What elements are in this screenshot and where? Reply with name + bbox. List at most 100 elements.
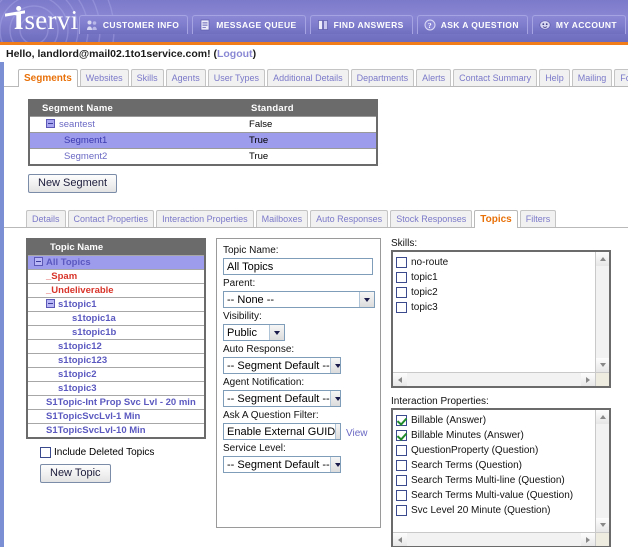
topic-row[interactable]: s1topic2 [27,367,205,382]
topic-name-link[interactable]: s1topic2 [58,369,97,380]
topic-name-link[interactable]: _Spam [46,271,77,282]
scroll-down-icon[interactable] [596,358,609,372]
topic-row[interactable]: _Undeliverable [27,283,205,298]
collapse-toggle-icon[interactable] [34,257,43,266]
topic-name-link[interactable]: s1topic12 [58,341,102,352]
scroll-down-icon[interactable] [596,518,609,532]
tab-help[interactable]: Help [539,69,570,86]
parent-select[interactable]: -- None -- [223,291,375,308]
nav-message-queue[interactable]: MESSAGE QUEUE [192,15,306,34]
checkbox[interactable] [396,445,407,456]
topic-name-link[interactable]: s1topic1a [72,313,116,324]
tab-user-types[interactable]: User Types [207,69,266,86]
nav-my-account[interactable]: MY ACCOUNT [531,15,626,34]
service-level-select[interactable]: -- Segment Default -- [223,456,341,473]
scroll-left-icon[interactable] [393,533,407,546]
scroll-right-icon[interactable] [581,533,595,546]
tab-agents[interactable]: Agents [165,69,206,86]
topic-row[interactable]: s1topic3 [27,381,205,396]
topic-row[interactable]: S1Topic-Int Prop Svc Lvl - 20 min [27,395,205,410]
skill-item[interactable]: topic2 [396,285,607,300]
skill-item[interactable]: topic1 [396,270,607,285]
subtab-auto-responses[interactable]: Auto Responses [310,210,389,227]
segment-name-link[interactable]: Segment1 [64,135,107,146]
checkbox[interactable] [396,430,407,441]
topic-name-link[interactable]: S1TopicSvcLvl-10 Min [46,425,146,436]
new-topic-button[interactable]: New Topic [40,464,111,483]
topic-name-link[interactable]: s1topic3 [58,383,97,394]
topic-row[interactable]: s1topic12 [27,339,205,354]
checkbox[interactable] [396,272,407,283]
topic-name-link[interactable]: s1topic1b [72,327,116,338]
topic-name-link[interactable]: s1topic1 [58,299,97,310]
collapse-toggle-icon[interactable] [46,299,55,308]
checkbox[interactable] [396,475,407,486]
include-deleted-topics-checkbox[interactable] [40,447,51,458]
subtab-details[interactable]: Details [26,210,66,227]
ask-a-question-filter-select[interactable]: Enable External GUID [223,423,341,440]
tab-additional-details[interactable]: Additional Details [267,69,349,86]
tab-websites[interactable]: Websites [79,69,129,86]
scroll-left-icon[interactable] [393,373,407,386]
topic-row[interactable]: s1topic1a [27,311,205,326]
topic-row[interactable]: S1TopicSvcLvl-1 Min [27,409,205,424]
interaction-property-item[interactable]: Svc Level 20 Minute (Question) [396,503,607,518]
skill-item[interactable]: no-route [396,255,607,270]
auto-response-select[interactable]: -- Segment Default -- [223,357,341,374]
view-filter-link[interactable]: View [346,428,368,439]
tab-segments[interactable]: Segments [18,69,78,87]
topic-row[interactable]: All Topics [27,255,205,270]
segment-row[interactable]: Segment1 True [29,132,377,149]
segment-name-link[interactable]: seantest [59,119,95,130]
skills-vertical-scrollbar[interactable] [595,252,609,372]
tab-mailing[interactable]: Mailing [571,69,613,86]
checkbox[interactable] [396,302,407,313]
subtab-filters[interactable]: Filters [519,210,557,227]
checkbox[interactable] [396,287,407,298]
topic-row[interactable]: S1TopicSvcLvl-10 Min [27,423,205,438]
scroll-right-icon[interactable] [581,373,595,386]
interaction-property-item[interactable]: Search Terms Multi-line (Question) [396,473,607,488]
checkbox[interactable] [396,505,407,516]
checkbox[interactable] [396,257,407,268]
tab-skills[interactable]: Skills [130,69,164,86]
interaction-property-item[interactable]: QuestionProperty (Question) [396,443,607,458]
collapse-toggle-icon[interactable] [46,119,55,128]
nav-customer-info[interactable]: CUSTOMER INFO [78,15,189,34]
topic-name-link[interactable]: _Undeliverable [46,285,114,296]
logout-link[interactable]: Logout [217,48,253,60]
subtab-interaction-properties[interactable]: Interaction Properties [156,210,254,227]
checkbox[interactable] [396,415,407,426]
segment-row[interactable]: seantest False [29,116,377,133]
tab-alerts[interactable]: Alerts [416,69,452,86]
topic-name-input[interactable] [223,258,373,275]
agent-notification-select[interactable]: -- Segment Default -- [223,390,341,407]
new-segment-button[interactable]: New Segment [28,174,118,193]
ip-vertical-scrollbar[interactable] [595,410,609,532]
subtab-stock-responses[interactable]: Stock Responses [390,210,473,227]
topic-row[interactable]: _Spam [27,269,205,284]
ip-horizontal-scrollbar[interactable] [393,532,595,546]
tab-forms[interactable]: Forms [614,69,628,86]
topic-name-link[interactable]: All Topics [46,257,91,268]
nav-ask-a-question[interactable]: ? ASK A QUESTION [416,15,528,34]
topic-row[interactable]: s1topic1 [27,297,205,312]
interaction-property-item[interactable]: Search Terms Multi-value (Question) [396,488,607,503]
topic-row[interactable]: s1topic123 [27,353,205,368]
interaction-property-item[interactable]: Search Terms (Question) [396,458,607,473]
interaction-property-item[interactable]: Billable (Answer) [396,413,607,428]
skill-item[interactable]: topic3 [396,300,607,315]
nav-find-answers[interactable]: FIND ANSWERS [309,15,413,34]
interaction-property-item[interactable]: Billable Minutes (Answer) [396,428,607,443]
topic-row[interactable]: s1topic1b [27,325,205,340]
scroll-up-icon[interactable] [596,252,609,266]
checkbox[interactable] [396,490,407,501]
tab-departments[interactable]: Departments [350,69,415,86]
skills-horizontal-scrollbar[interactable] [393,372,595,386]
topic-name-link[interactable]: s1topic123 [58,355,107,366]
tab-contact-summary[interactable]: Contact Summary [453,69,538,86]
subtab-mailboxes[interactable]: Mailboxes [255,210,309,227]
subtab-contact-properties[interactable]: Contact Properties [67,210,155,227]
topic-name-link[interactable]: S1TopicSvcLvl-1 Min [46,411,140,422]
scroll-up-icon[interactable] [596,410,609,424]
